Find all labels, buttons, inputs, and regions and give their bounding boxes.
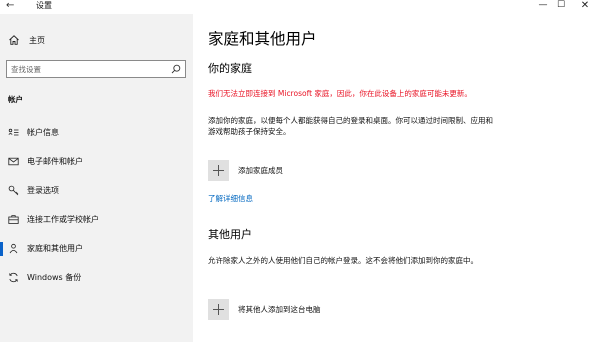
search-box[interactable] [6, 60, 186, 78]
back-arrow-icon[interactable]: ← [6, 0, 14, 12]
family-description: 添加你的家庭，以便每个人都能获得自己的登录和桌面。你可以通过时间限制、应用和游戏… [208, 116, 493, 136]
sidebar-item-sign-in-options[interactable]: 登录选项 [0, 181, 193, 201]
sidebar-item-label: 帐户信息 [27, 128, 59, 137]
sidebar: 主页 帐户 帐户信息 电子邮件和帐户 [0, 14, 193, 342]
learn-more-link[interactable]: 了解详细信息 [208, 193, 253, 204]
sidebar-item-label: 电子邮件和帐户 [27, 157, 83, 166]
sidebar-item-label: 登录选项 [27, 186, 59, 195]
add-other-user-label: 将其他人添加到这台电脑 [238, 305, 321, 314]
home-icon [9, 35, 19, 45]
family-warning-text: 我们无法立即连接到 Microsoft 家庭，因此，你在此设备上的家庭可能未更新… [208, 89, 472, 98]
key-icon [8, 185, 19, 196]
home-label: 主页 [29, 36, 45, 45]
sidebar-item-family-other-users[interactable]: 家庭和其他用户 [0, 239, 193, 259]
settings-window: ← 设置 — ☐ ✕ 主页 帐户 [0, 0, 600, 342]
account-info-icon [8, 128, 19, 136]
search-input[interactable] [11, 63, 161, 75]
other-users-description: 允许除家人之外的人使用他们自己的帐户登录。这不会将他们添加到你的家庭中。 [208, 256, 478, 265]
window-title: 设置 [36, 1, 52, 10]
home-nav-item[interactable]: 主页 [0, 32, 193, 50]
add-family-member-label: 添加家庭成员 [238, 166, 283, 175]
sidebar-item-label: 连接工作或学校帐户 [27, 215, 99, 224]
title-bar: ← 设置 — ☐ ✕ [0, 0, 600, 14]
close-button[interactable]: ✕ [575, 0, 595, 12]
sidebar-item-windows-backup[interactable]: Windows 备份 [0, 268, 193, 288]
page-title: 家庭和其他用户 [208, 30, 317, 48]
other-users-heading: 其他用户 [208, 228, 252, 241]
sidebar-item-email-accounts[interactable]: 电子邮件和帐户 [0, 152, 193, 172]
mail-icon [8, 157, 19, 166]
add-family-member-button[interactable]: 添加家庭成员 [208, 160, 508, 182]
sidebar-item-label: Windows 备份 [27, 273, 82, 282]
family-section-heading: 你的家庭 [208, 62, 252, 75]
search-icon[interactable] [171, 64, 181, 74]
minimize-button[interactable]: — [533, 0, 553, 12]
plus-icon [208, 160, 229, 181]
sidebar-item-label: 家庭和其他用户 [27, 244, 83, 253]
add-other-user-button[interactable]: 将其他人添加到这台电脑 [208, 299, 508, 321]
sidebar-item-account-info[interactable]: 帐户信息 [0, 123, 193, 143]
briefcase-icon [8, 215, 19, 224]
maximize-button[interactable]: ☐ [551, 0, 571, 12]
main-content: 家庭和其他用户 你的家庭 我们无法立即连接到 Microsoft 家庭，因此，你… [193, 14, 600, 342]
people-icon [9, 243, 18, 254]
active-indicator [0, 242, 3, 256]
plus-icon [208, 299, 229, 320]
sync-icon [9, 272, 18, 283]
sidebar-item-work-school[interactable]: 连接工作或学校帐户 [0, 210, 193, 230]
section-header-accounts: 帐户 [8, 95, 23, 104]
